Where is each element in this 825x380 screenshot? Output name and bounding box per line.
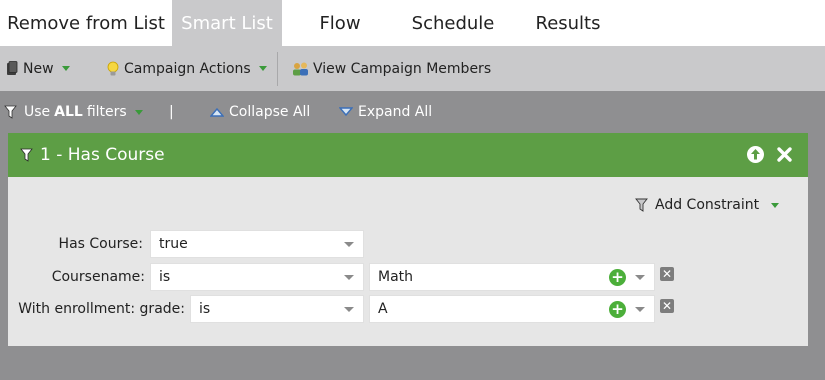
chevron-down-icon [635,275,645,280]
coursename-label: Coursename: [51,269,145,285]
enrollment-grade-operator-select[interactable]: is [190,295,364,323]
add-value-icon[interactable]: + [609,269,626,286]
coursename-value: Math [378,269,414,285]
has-course-label: Has Course: [58,236,143,252]
enrollment-grade-value-select[interactable]: A + [369,295,655,323]
filter-logic-emphasis: ALL [54,104,83,120]
filter-title: 1 - Has Course [40,145,165,165]
toolbar: New Campaign Actions View Campaign Membe… [0,46,825,91]
filter-icon [635,198,648,212]
chevron-down-icon [134,109,143,115]
close-icon[interactable] [776,146,793,163]
lightbulb-icon [107,61,119,75]
toolbar-divider [277,52,278,86]
collapse-all-button[interactable]: Collapse All [210,91,310,133]
filter-bar: Use ALL filters | Collapse All Expand Al… [0,91,825,133]
chevron-down-icon [635,307,645,312]
filter-bar-divider: | [169,104,174,120]
coursename-value-select[interactable]: Math + [369,263,655,291]
tab-bar: Remove from List Smart List Flow Schedul… [0,0,825,46]
expand-all-button[interactable]: Expand All [339,91,432,133]
view-campaign-members-label: View Campaign Members [313,60,492,77]
move-up-icon[interactable] [746,145,765,164]
remove-constraint-icon[interactable]: ✕ [660,267,674,281]
enrollment-grade-value: A [378,301,388,317]
add-constraint-button[interactable]: Add Constraint [635,193,780,217]
coursename-operator-value: is [159,269,171,285]
document-icon [7,61,18,75]
add-constraint-label: Add Constraint [655,197,760,213]
enrollment-grade-label: With enrollment: grade: [18,301,185,317]
campaign-actions-label: Campaign Actions [124,60,251,77]
people-icon [293,62,308,75]
campaign-actions-button[interactable]: Campaign Actions [106,46,267,91]
chevron-down-icon [344,275,354,280]
chevron-down-icon [61,66,70,71]
triangle-down-icon [339,107,353,117]
view-campaign-members-button[interactable]: View Campaign Members [291,46,491,91]
new-label: New [23,60,54,77]
filter-icon [20,148,33,162]
filter-card-header: 1 - Has Course [8,133,808,177]
tab-remove-from-list[interactable]: Remove from List [0,0,172,46]
tab-schedule[interactable]: Schedule [398,0,508,46]
filter-logic-suffix: filters [86,104,127,120]
filter-card: 1 - Has Course Add Constraint Has Course… [8,133,808,346]
enrollment-grade-operator-value: is [199,301,211,317]
tab-results[interactable]: Results [508,0,628,46]
remove-constraint-icon[interactable]: ✕ [660,299,674,313]
tab-smart-list[interactable]: Smart List [172,0,282,46]
has-course-select[interactable]: true [150,230,364,258]
filter-icon [4,105,17,119]
new-button[interactable]: New [6,46,70,91]
chevron-down-icon [344,242,354,247]
chevron-down-icon [344,307,354,312]
tab-flow[interactable]: Flow [282,0,398,46]
filter-logic-prefix: Use [24,104,51,120]
expand-all-label: Expand All [358,104,433,120]
chevron-down-icon [258,66,267,71]
coursename-operator-select[interactable]: is [150,263,364,291]
collapse-all-label: Collapse All [229,104,311,120]
add-value-icon[interactable]: + [609,301,626,318]
filter-logic-button[interactable]: Use ALL filters [4,91,143,133]
chevron-down-icon [771,202,780,208]
has-course-value: true [159,236,188,252]
triangle-up-icon [210,107,224,117]
